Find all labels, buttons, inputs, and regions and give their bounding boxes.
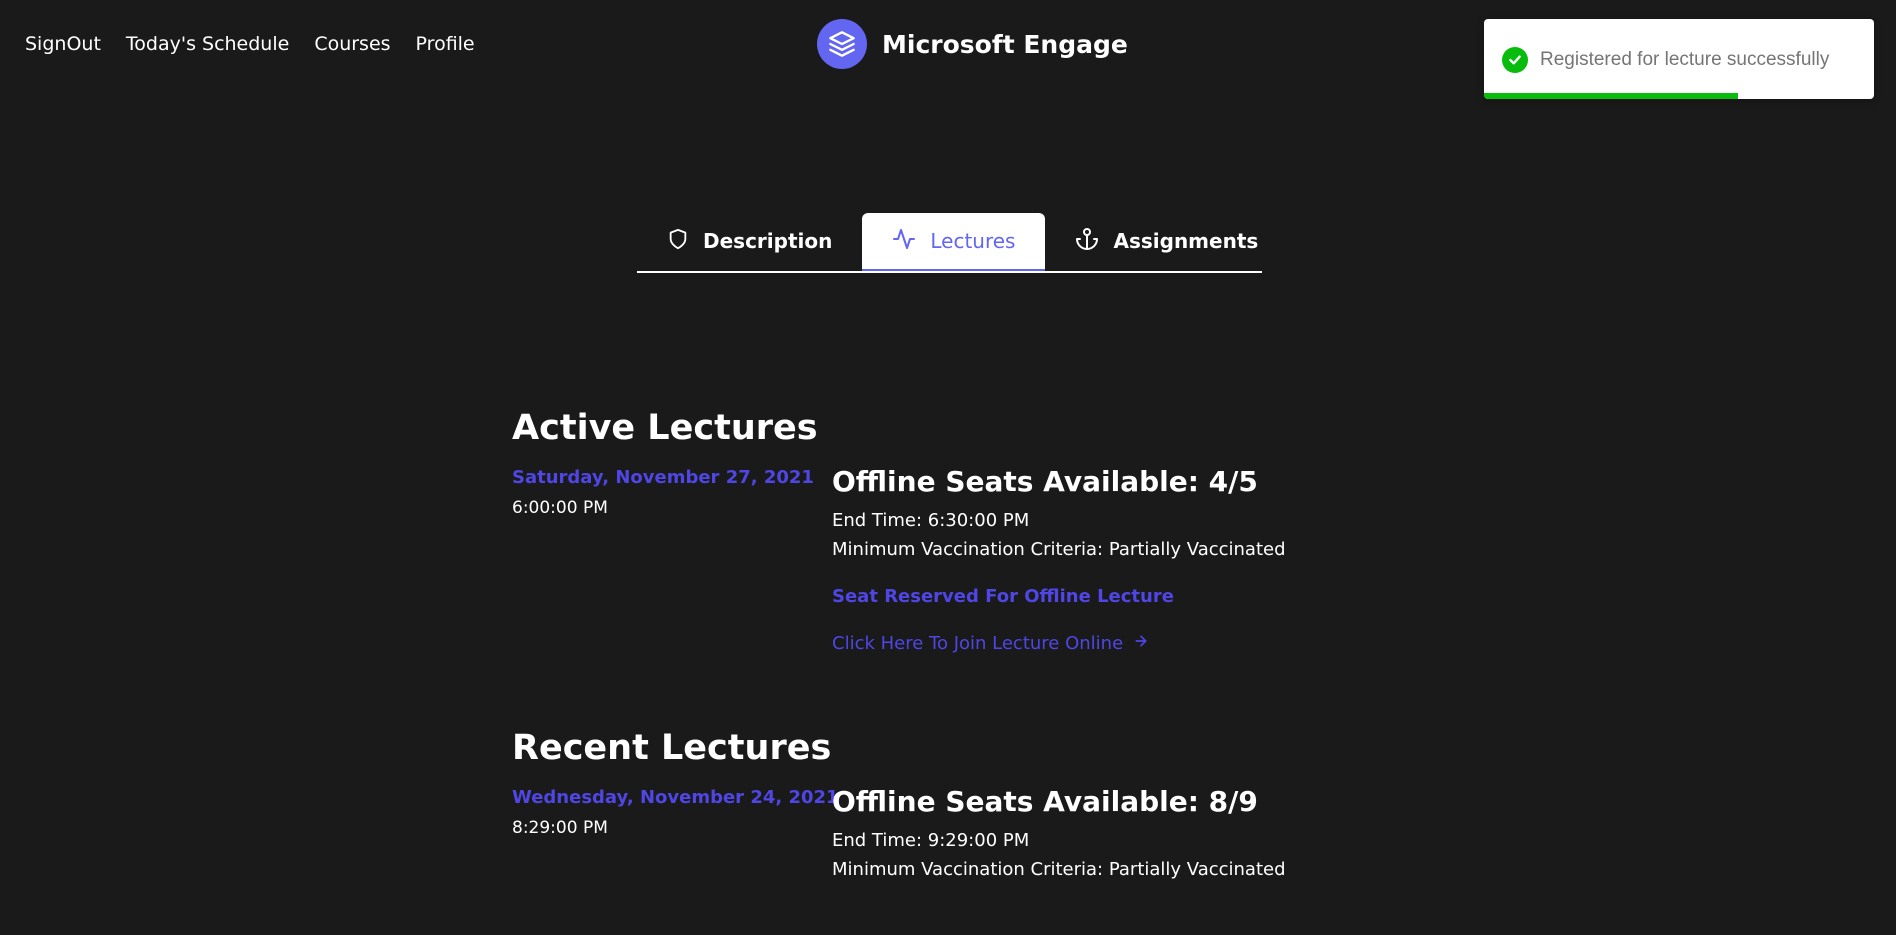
tab-assignments-label: Assignments xyxy=(1113,229,1259,253)
brand-name: Microsoft Engage xyxy=(882,29,1128,59)
toast-notification[interactable]: Registered for lecture successfully xyxy=(1484,19,1874,99)
nav-profile-link[interactable]: Profile xyxy=(416,33,475,55)
active-lecture-time: 6:00:00 PM xyxy=(512,498,608,518)
recent-lecture-date: Wednesday, November 24, 2021 xyxy=(512,787,839,808)
tab-lectures[interactable]: Lectures xyxy=(862,213,1046,271)
active-lecture-end-time: End Time: 6:30:00 PM xyxy=(832,510,1030,531)
activity-icon xyxy=(892,227,916,256)
active-lecture-details: Offline Seats Available: 4/5 End Time: 6… xyxy=(832,465,1286,654)
recent-lecture-time: 8:29:00 PM xyxy=(512,818,608,838)
nav-todays-schedule-link[interactable]: Today's Schedule xyxy=(126,33,289,55)
tab-lectures-label: Lectures xyxy=(930,229,1016,253)
nav-signout-link[interactable]: SignOut xyxy=(25,33,101,55)
toast-body: Registered for lecture successfully xyxy=(1502,47,1829,73)
layers-icon xyxy=(817,19,867,69)
arrow-right-icon xyxy=(1133,633,1149,654)
tab-description[interactable]: Description xyxy=(637,213,862,269)
seat-reserved-status: Seat Reserved For Offline Lecture xyxy=(832,586,1174,607)
check-circle-icon xyxy=(1502,47,1528,73)
active-lecture-schedule: Saturday, November 27, 2021 6:00:00 PM xyxy=(512,467,814,518)
shield-icon xyxy=(667,228,689,255)
page: SignOut Today's Schedule Courses Profile… xyxy=(0,0,1896,935)
active-lecture-seats: Offline Seats Available: 4/5 xyxy=(832,465,1258,498)
toast-progress-track xyxy=(1484,93,1874,99)
tab-description-label: Description xyxy=(703,229,833,253)
nav-courses-link[interactable]: Courses xyxy=(314,33,390,55)
tab-bar: Description Lectures Assignments xyxy=(637,213,1262,273)
tab-assignments[interactable]: Assignments xyxy=(1045,213,1288,269)
toast-progress-bar xyxy=(1484,93,1738,99)
anchor-icon xyxy=(1075,227,1099,256)
recent-lecture-schedule: Wednesday, November 24, 2021 8:29:00 PM xyxy=(512,787,839,838)
recent-lecture-end-time: End Time: 9:29:00 PM xyxy=(832,830,1030,851)
recent-lectures-title: Recent Lectures xyxy=(512,728,832,768)
toast-message: Registered for lecture successfully xyxy=(1540,49,1830,70)
active-lectures-title: Active Lectures xyxy=(512,408,818,448)
recent-lecture-vaccination: Minimum Vaccination Criteria: Partially … xyxy=(832,859,1286,880)
recent-lecture-seats: Offline Seats Available: 8/9 xyxy=(832,785,1258,818)
top-nav: SignOut Today's Schedule Courses Profile xyxy=(25,33,475,55)
join-lecture-online-link[interactable]: Click Here To Join Lecture Online xyxy=(832,633,1286,654)
brand[interactable]: Microsoft Engage xyxy=(817,19,1128,69)
active-lecture-vaccination: Minimum Vaccination Criteria: Partially … xyxy=(832,539,1286,560)
join-lecture-online-label: Click Here To Join Lecture Online xyxy=(832,633,1124,654)
recent-lecture-details: Offline Seats Available: 8/9 End Time: 9… xyxy=(832,785,1286,880)
active-lecture-date: Saturday, November 27, 2021 xyxy=(512,467,814,488)
